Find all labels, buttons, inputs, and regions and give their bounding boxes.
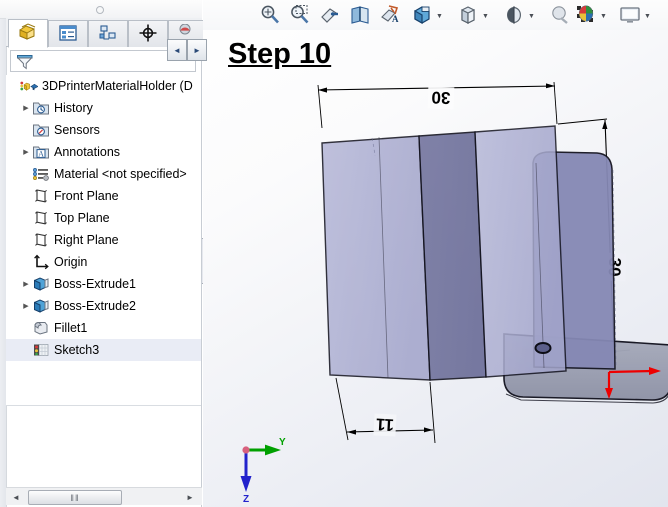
feature-manager-panel: ◄ ► 3DPrinterMaterialHolder (D ▶ History… bbox=[0, 0, 207, 507]
small-hole bbox=[534, 342, 552, 354]
cad-model-drawing: 30 30 11 Y Z bbox=[240, 81, 668, 505]
boss-extrude-icon bbox=[32, 275, 50, 293]
tree-item-label: Origin bbox=[54, 255, 88, 269]
tree-item-right-plane[interactable]: Right Plane bbox=[6, 229, 201, 251]
triad-z-label: Z bbox=[243, 494, 249, 505]
tree-item-label: Top Plane bbox=[54, 211, 110, 225]
property-list-icon bbox=[58, 24, 78, 45]
design-tree: 3DPrinterMaterialHolder (D ▶ History Sen… bbox=[6, 75, 201, 405]
tree-item-label: Material <not specified> bbox=[54, 167, 187, 181]
tree-item-label: Sketch3 bbox=[54, 343, 100, 357]
tree-expand-arrow[interactable] bbox=[20, 207, 32, 229]
plane-icon bbox=[32, 209, 50, 227]
crosshair-target-icon bbox=[138, 23, 158, 46]
tree-item-label: Annotations bbox=[54, 145, 121, 159]
tree-expand-arrow[interactable] bbox=[20, 163, 32, 185]
tab-nav-buttons: ◄ ► bbox=[167, 39, 207, 61]
manager-tab-row: ◄ ► bbox=[6, 18, 207, 61]
tab-dimxpert-manager[interactable] bbox=[128, 20, 168, 47]
slab-left-face bbox=[321, 135, 431, 381]
tree-item-sketch3[interactable]: Sketch3 bbox=[6, 339, 201, 361]
tree-item-label: History bbox=[54, 101, 93, 115]
tree-item-label: Fillet1 bbox=[54, 321, 88, 335]
panel-top-strip bbox=[0, 0, 202, 19]
sketch-icon bbox=[32, 341, 50, 359]
tree-item-material[interactable]: Material <not specified> bbox=[6, 163, 201, 185]
tree-expand-arrow[interactable] bbox=[20, 251, 32, 273]
configuration-icon bbox=[98, 24, 118, 45]
triad-y-label: Y bbox=[279, 437, 286, 448]
annotations-folder-icon: A bbox=[32, 143, 50, 161]
scroll-right-button[interactable]: ► bbox=[182, 489, 198, 505]
tree-item-root[interactable]: 3DPrinterMaterialHolder (D bbox=[6, 75, 201, 97]
tree-expand-arrow[interactable] bbox=[20, 339, 32, 361]
tree-bottom-divider bbox=[6, 405, 201, 406]
tree-expand-arrow[interactable] bbox=[20, 317, 32, 339]
scroll-left-button[interactable]: ◄ bbox=[8, 489, 24, 505]
sensors-folder-icon bbox=[32, 121, 50, 139]
part-document-icon bbox=[20, 77, 38, 95]
tree-expand-arrow[interactable] bbox=[20, 119, 32, 141]
tree-item-label: Right Plane bbox=[54, 233, 119, 247]
tree-item-annotations[interactable]: ▶ A Annotations bbox=[6, 141, 201, 163]
tree-expand-arrow[interactable]: ▶ bbox=[20, 97, 32, 119]
slab-center-face bbox=[418, 131, 487, 381]
yellow-block-icon bbox=[17, 22, 39, 45]
tree-item-origin[interactable]: Origin bbox=[6, 251, 201, 273]
solidworks-window: ◄ ► 3DPrinterMaterialHolder (D ▶ History… bbox=[0, 0, 668, 507]
tree-item-boss-extrude1[interactable]: ▶ Boss-Extrude1 bbox=[6, 273, 201, 295]
plane-icon bbox=[32, 231, 50, 249]
tree-item-top-plane[interactable]: Top Plane bbox=[6, 207, 201, 229]
scrollbar-grip: ‖‖ bbox=[70, 492, 80, 503]
tree-item-label: Front Plane bbox=[54, 189, 119, 203]
tab-nav-next-button[interactable]: ► bbox=[187, 39, 207, 61]
tree-expand-arrow[interactable] bbox=[20, 229, 32, 251]
tab-property-manager[interactable] bbox=[48, 20, 88, 47]
tree-item-fillet1[interactable]: Fillet1 bbox=[6, 317, 201, 339]
tree-expand-arrow[interactable]: ▶ bbox=[20, 141, 32, 163]
history-folder-icon bbox=[32, 99, 50, 117]
tab-feature-manager[interactable] bbox=[8, 19, 48, 48]
tree-expand-arrow[interactable]: ▶ bbox=[20, 273, 32, 295]
tree-item-label: Boss-Extrude2 bbox=[54, 299, 136, 313]
tree-horizontal-scrollbar[interactable]: ◄ ‖‖ ► bbox=[6, 487, 202, 505]
plane-icon bbox=[32, 187, 50, 205]
tree-item-front-plane[interactable]: Front Plane bbox=[6, 185, 201, 207]
tree-expand-arrow[interactable]: ▶ bbox=[20, 295, 32, 317]
tab-nav-prev-button[interactable]: ◄ bbox=[167, 39, 187, 61]
origin-axes-icon bbox=[32, 253, 50, 271]
tree-item-history[interactable]: ▶ History bbox=[6, 97, 201, 119]
tree-item-sensors[interactable]: Sensors bbox=[6, 119, 201, 141]
tree-item-label: Boss-Extrude1 bbox=[54, 277, 136, 291]
material-icon bbox=[32, 165, 50, 183]
svg-text:A: A bbox=[38, 149, 44, 158]
slab-right-face bbox=[474, 125, 567, 378]
scrollbar-thumb[interactable]: ‖‖ bbox=[28, 490, 122, 505]
tree-expand-arrow[interactable] bbox=[8, 75, 20, 97]
tree-expand-arrow[interactable] bbox=[20, 185, 32, 207]
tree-item-boss-extrude2[interactable]: ▶ Boss-Extrude2 bbox=[6, 295, 201, 317]
tab-configuration-manager[interactable] bbox=[88, 20, 128, 47]
coordinate-triad: Y Z bbox=[240, 437, 286, 505]
fillet-icon bbox=[32, 319, 50, 337]
top-dimension-value: 30 bbox=[431, 88, 451, 108]
filter-funnel-icon bbox=[15, 53, 35, 74]
tree-item-label: Sensors bbox=[54, 123, 100, 137]
panel-pin-dot[interactable] bbox=[96, 6, 104, 14]
boss-extrude-icon bbox=[32, 297, 50, 315]
graphics-viewport[interactable]: A ▼ ▼ ▼ ▼ ▼ Step 10 30 30 11 Y Z bbox=[203, 0, 668, 507]
bottom-dimension-value: 11 bbox=[375, 415, 394, 435]
tree-item-label: 3DPrinterMaterialHolder (D bbox=[42, 79, 193, 93]
